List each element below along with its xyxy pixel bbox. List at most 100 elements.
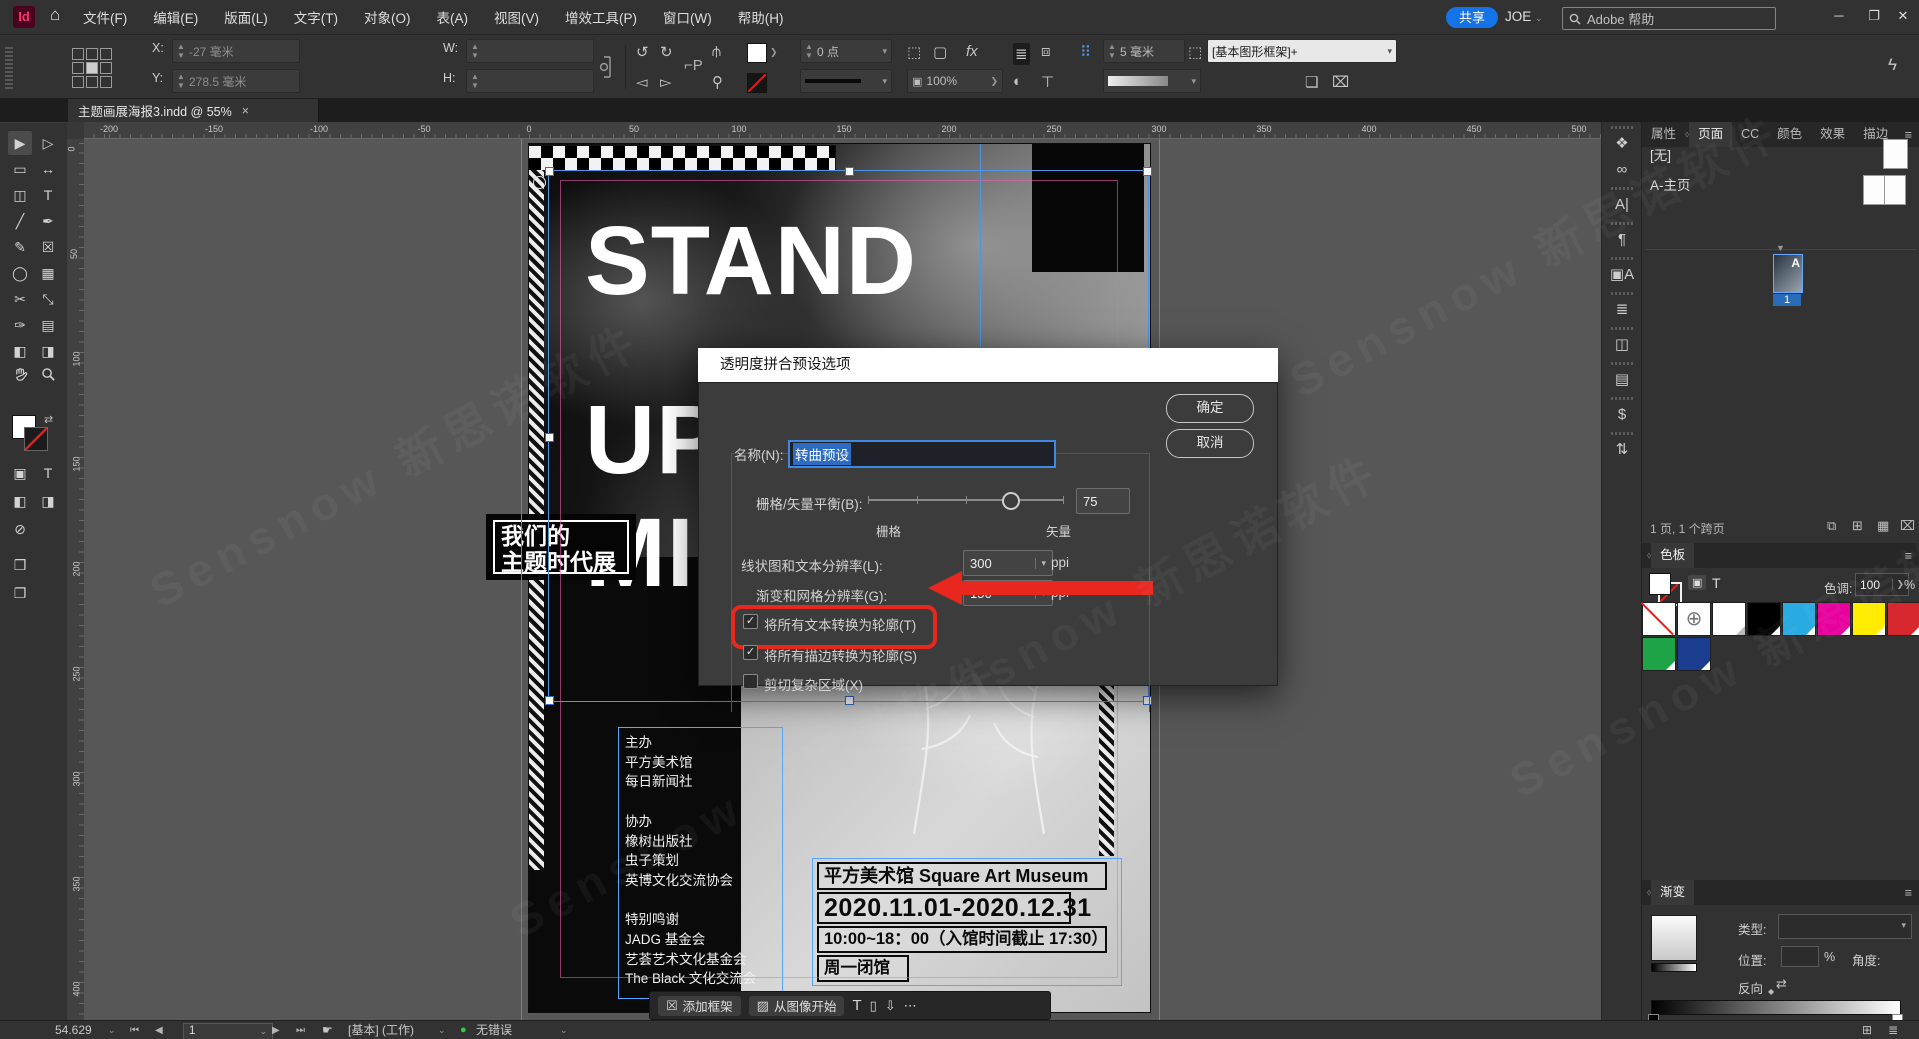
balance-slider-track[interactable]	[868, 499, 1064, 501]
object-styles-panel-icon[interactable]: ◫	[1608, 332, 1636, 358]
tint-field[interactable]: 100❯	[1855, 573, 1909, 596]
menu-edit[interactable]: 编辑(E)	[153, 7, 198, 27]
stock-panel-icon[interactable]: $	[1608, 402, 1636, 428]
preflight-dropdown-icon[interactable]: ⌄	[438, 1021, 446, 1039]
gradient-reverse-label[interactable]: 反向	[1738, 978, 1763, 997]
flip-vertical-icon[interactable]: ▻	[660, 73, 672, 91]
swatch-cyan[interactable]	[1782, 602, 1816, 636]
corner-shape-icon[interactable]: ▢	[933, 43, 947, 61]
swap-fill-stroke-icon[interactable]: ⇄	[44, 413, 53, 426]
select-container-icon[interactable]: ⫛	[712, 43, 721, 60]
swatch-blue[interactable]	[1677, 637, 1711, 671]
rotate-ccw-icon[interactable]: ↺	[636, 43, 649, 61]
frame-fitting-icon[interactable]: ⬚	[1188, 43, 1202, 61]
more-options-icon[interactable]: ⋯	[904, 998, 917, 1014]
master-a-thumbnail-right[interactable]	[1884, 175, 1906, 205]
preflight-preset[interactable]: [基本] (工作)	[348, 1021, 414, 1039]
swatch-magenta[interactable]	[1817, 602, 1851, 636]
y-field[interactable]: ▲▼278.5 毫米	[172, 69, 300, 93]
list-icon[interactable]: ≣	[1888, 1021, 1898, 1039]
menu-view[interactable]: 视图(V)	[494, 7, 539, 27]
menu-window[interactable]: 窗口(W)	[663, 7, 712, 27]
tool-type[interactable]: T	[36, 183, 60, 207]
swatch-registration[interactable]: ⊕	[1677, 602, 1711, 636]
selection-handle[interactable]	[545, 696, 554, 705]
page-number-field[interactable]: 1⌄	[183, 1023, 273, 1039]
effects-fx-icon[interactable]: fx	[966, 43, 978, 60]
ruler-origin[interactable]	[67, 122, 85, 140]
convert-text-checkbox[interactable]: ✓	[743, 614, 758, 629]
tab-gradient[interactable]: 渐变	[1651, 880, 1694, 905]
master-a-thumbnail-left[interactable]	[1863, 175, 1885, 205]
dialog-title-bar[interactable]: 透明度拼合预设选项	[698, 348, 1278, 382]
select-content-icon[interactable]: ⚲	[712, 73, 723, 91]
edit-page-size-icon[interactable]: ⧉	[1827, 518, 1836, 534]
menu-type[interactable]: 文字(T)	[294, 7, 338, 27]
menu-layout[interactable]: 版面(L)	[224, 7, 268, 27]
drop-shadow-icon[interactable]: ⊤	[1041, 73, 1054, 91]
document-tab-close-icon[interactable]: ×	[242, 104, 249, 118]
controlbar-grip[interactable]	[5, 45, 13, 89]
swatch-yellow[interactable]	[1852, 602, 1886, 636]
tab-color[interactable]: 颜色	[1768, 122, 1811, 147]
tool-gap[interactable]: ↔	[36, 157, 60, 181]
prev-page-icon[interactable]: ◀	[155, 1021, 163, 1039]
x-field[interactable]: ▲▼-27 毫米	[172, 39, 300, 63]
fill-swatch[interactable]	[747, 43, 767, 63]
tab-cc-libraries[interactable]: CC	[1732, 122, 1768, 147]
tool-gradient-feather[interactable]: ◨	[36, 339, 60, 363]
horizontal-ruler[interactable]: -200-150 -100-50 050 100150 200250 30035…	[84, 122, 1601, 140]
close-button[interactable]: ✕	[1887, 0, 1919, 32]
start-from-image-button[interactable]: ▨ 从图像开始	[749, 996, 845, 1016]
tool-page[interactable]: ▭	[8, 157, 32, 181]
tool-selection[interactable]: ▶	[8, 131, 32, 155]
layers-panel-icon[interactable]: ❖	[1608, 131, 1636, 157]
balance-slider-knob[interactable]	[1002, 492, 1020, 510]
user-menu[interactable]: JOE ⌄	[1505, 9, 1543, 24]
convert-strokes-checkbox[interactable]: ✓	[743, 645, 758, 660]
text-wrap-panel-icon[interactable]: ≣	[1608, 297, 1636, 323]
tool-scissors[interactable]: ✂	[8, 287, 32, 311]
selection-handle[interactable]	[545, 167, 554, 176]
clip-complex-checkbox[interactable]	[743, 674, 758, 689]
apply-container-toggle[interactable]: ▣	[1688, 575, 1706, 590]
constrain-proportions-icon[interactable]	[596, 53, 612, 81]
glyphs-panel-icon[interactable]: ▣A	[1608, 262, 1636, 288]
selection-handle[interactable]	[545, 433, 554, 442]
clear-attributes-icon[interactable]: ⌧	[1332, 73, 1349, 91]
preflight-icon[interactable]: ☛	[322, 1021, 333, 1039]
swatches-menu-icon[interactable]: ≡	[1905, 549, 1919, 563]
menu-plugins[interactable]: 增效工具(P)	[565, 7, 637, 27]
spread-collapse-icon[interactable]: ▼	[1776, 243, 1785, 253]
master-none-thumbnail[interactable]	[1883, 139, 1908, 169]
quick-apply-icon[interactable]: ϟ	[1888, 55, 1897, 75]
rotate-cw-icon[interactable]: ↻	[660, 43, 673, 61]
links-panel-icon[interactable]: ∞	[1608, 157, 1636, 183]
gradient-midpoint-icon[interactable]: ◆	[1768, 987, 1774, 996]
document-tab[interactable]: 主题画展海报3.indd @ 55% ×	[68, 99, 319, 122]
flip-horizontal-icon[interactable]: ◅	[636, 73, 648, 91]
first-page-icon[interactable]: ⏮	[130, 1021, 139, 1039]
tab-swatches[interactable]: 色板	[1651, 543, 1694, 568]
tool-pen[interactable]: ✒	[36, 209, 60, 233]
apply-text-toggle[interactable]: T	[1712, 575, 1721, 591]
gradient-thumbnail[interactable]	[1651, 915, 1697, 961]
last-page-icon[interactable]: ⏭	[296, 1021, 305, 1039]
add-frame-button[interactable]: ☒ 添加框架	[658, 996, 741, 1016]
tool-table[interactable]: ▦	[36, 261, 60, 285]
stroke-swatch[interactable]	[747, 73, 767, 93]
swatches-fill-proxy[interactable]	[1649, 573, 1671, 595]
swatch-red[interactable]	[1887, 602, 1919, 636]
tiles-icon[interactable]: ⊞	[1862, 1021, 1872, 1039]
tool-zoom[interactable]	[36, 365, 60, 389]
blend-mode-icon[interactable]: ◐	[1013, 73, 1022, 90]
clear-overrides-icon[interactable]: ❏	[1305, 73, 1318, 91]
help-search-input[interactable]: Adobe 帮助	[1562, 7, 1776, 30]
wrap-offset-field[interactable]: ▲▼5 毫米	[1103, 39, 1185, 63]
effects-panel-icon[interactable]: ▤	[1608, 367, 1636, 393]
type-tool-shortcut-icon[interactable]: T	[852, 997, 861, 1014]
wrap-none-icon[interactable]: ≣	[1013, 43, 1030, 65]
w-field[interactable]: ▲▼	[466, 39, 594, 63]
menu-object[interactable]: 对象(O)	[364, 7, 411, 27]
zoom-level-value[interactable]: 54.629	[55, 1021, 92, 1039]
